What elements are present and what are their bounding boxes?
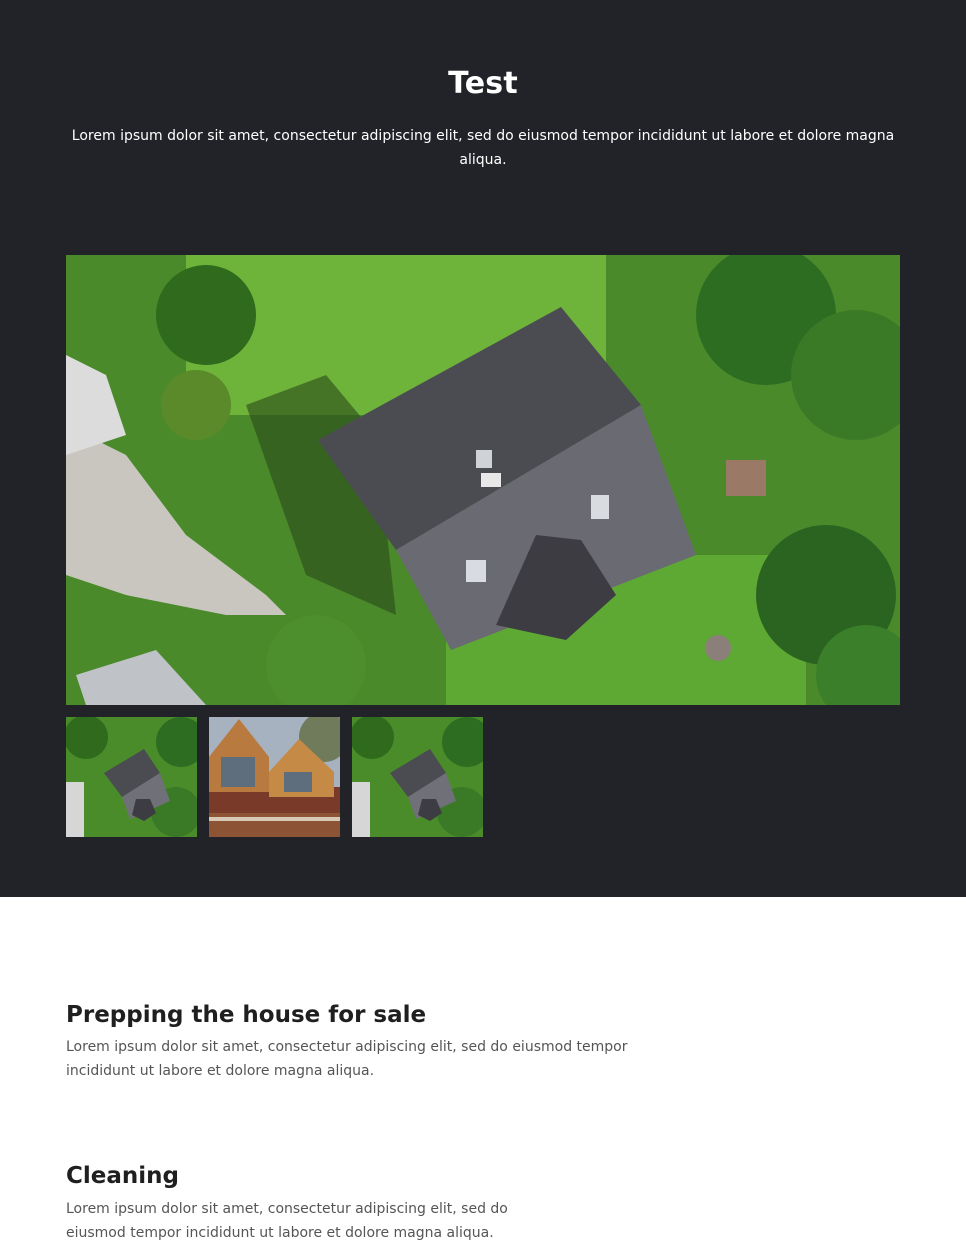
section-body: Lorem ipsum dolor sit amet, consectetur …	[66, 1201, 508, 1241]
section-body: Lorem ipsum dolor sit amet, consectetur …	[66, 1039, 628, 1079]
main-gallery-image[interactable]	[66, 255, 900, 705]
hero-section: Test Lorem ipsum dolor sit amet, consect…	[0, 0, 966, 897]
section-title: Prepping the house for sale	[66, 1002, 427, 1028]
gallery-thumbnail[interactable]	[209, 717, 340, 837]
gallery-thumbnail[interactable]	[352, 717, 483, 837]
hero-title: Test	[448, 66, 518, 101]
gallery-thumbnail[interactable]	[66, 717, 197, 837]
section-title: Cleaning	[66, 1163, 179, 1189]
hero-description: Lorem ipsum dolor sit amet, consectetur …	[71, 128, 895, 168]
